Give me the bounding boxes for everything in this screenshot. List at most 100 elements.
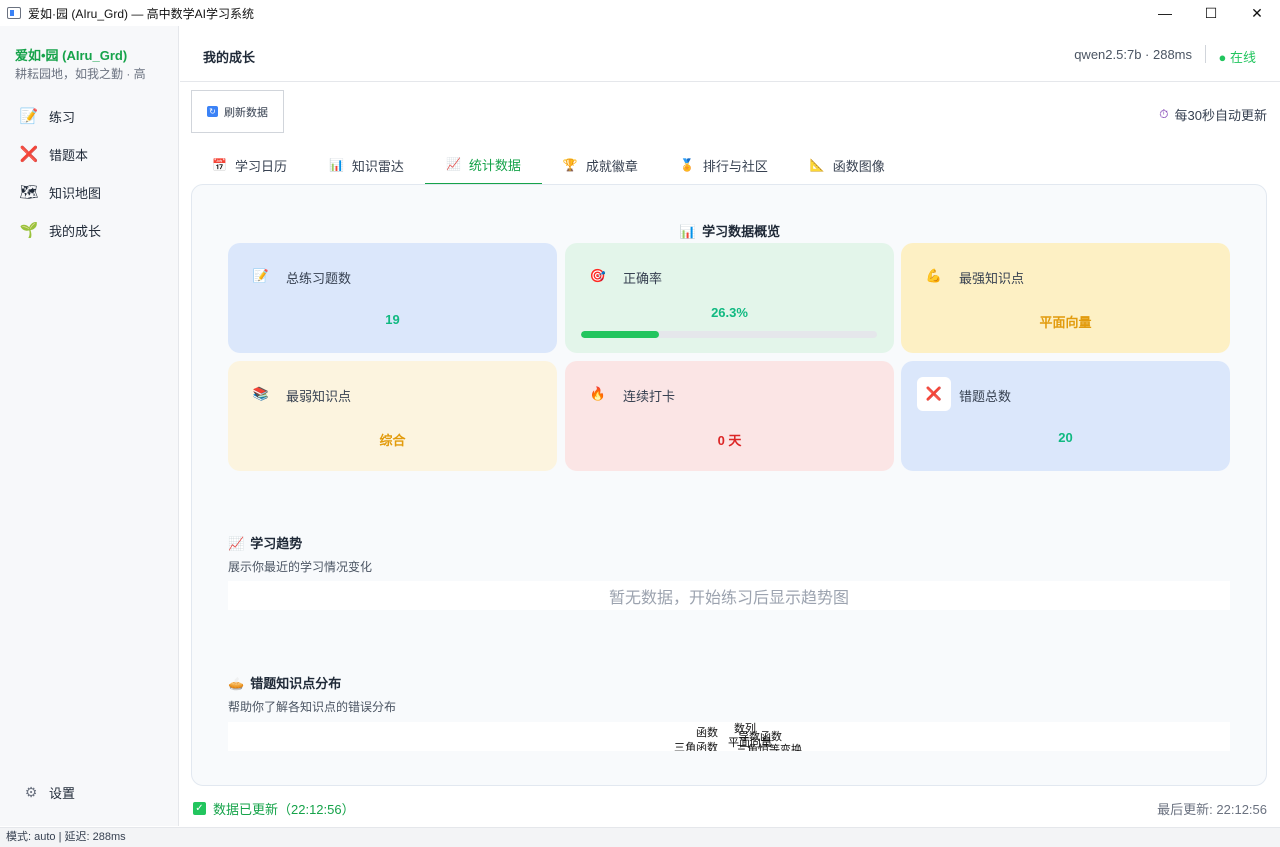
distribution-chart: 函数 数列 导数函数 三角函数 平面向量 三角恒等变换 (228, 722, 1230, 751)
pencil-paper-icon: 📝 (252, 268, 270, 283)
tab-statistics[interactable]: 📈 统计数据 (424, 145, 542, 185)
pencil-paper-icon: 📝 (19, 108, 39, 125)
settings-label: 设置 (49, 786, 76, 801)
overview-title: 📊 学习数据概览 (679, 224, 781, 239)
trend-title: 📈 学习趋势 (228, 536, 303, 551)
refresh-label: 刷新数据 (224, 106, 268, 119)
tab-label: 函数图像 (832, 158, 885, 174)
triangle-ruler-icon: 📐 (809, 158, 825, 172)
red-cross-icon: ❌ (19, 146, 39, 163)
status-bar: 模式: auto | 延迟: 288ms (0, 827, 1280, 847)
target-icon: 🎯 (589, 268, 607, 283)
accuracy-progress-fill (581, 331, 659, 338)
card-value: 19 (385, 312, 400, 327)
auto-update-label: 每30秒自动更新 (1174, 108, 1267, 123)
tab-calendar[interactable]: 📅 学习日历 (191, 145, 308, 185)
card-value: 26.3% (711, 305, 748, 320)
distribution-title: 🥧 错题知识点分布 (228, 676, 342, 691)
card-label: 错题总数 (959, 389, 1012, 404)
refresh-icon: ↻ (207, 106, 218, 117)
chart-label: 三角函数 (674, 742, 718, 751)
red-cross-icon: ❌ (917, 377, 951, 411)
gear-icon: ⚙ (24, 784, 38, 800)
tab-label: 知识雷达 (351, 158, 404, 174)
tab-label: 成就徽章 (585, 158, 638, 174)
stat-card-mistakes: ❌ 错题总数 20 (901, 361, 1230, 471)
sidebar: 爱如•园 (AIru_Grd) 耕耘园地，如我之勤 · 高 📝 练习 ❌ 错题本… (0, 26, 179, 826)
brand-name: 爱如•园 (AIru_Grd) (15, 48, 128, 63)
refresh-button[interactable]: ↻ 刷新数据 (191, 90, 284, 133)
sidebar-item-knowledge-map[interactable]: 🗺 知识地图 (0, 175, 179, 209)
card-label: 正确率 (623, 271, 663, 286)
divider (1205, 45, 1206, 63)
sidebar-item-label: 错题本 (49, 147, 89, 163)
books-icon: 📚 (252, 386, 270, 401)
page-title: 我的成长 (203, 50, 256, 65)
tab-knowledge-radar[interactable]: 📊 知识雷达 (308, 145, 425, 185)
card-value: 0 天 (717, 433, 742, 448)
tab-label: 排行与社区 (702, 158, 768, 174)
bar-chart-icon: 📊 (328, 158, 344, 172)
window-title: 爱如·园 (AIru_Grd) — 高中数学AI学习系统 (28, 6, 255, 21)
stat-card-streak: 🔥 连续打卡 0 天 (565, 361, 894, 471)
trend-description: 展示你最近的学习情况变化 (228, 560, 373, 574)
card-label: 最弱知识点 (286, 389, 352, 404)
model-info: qwen2.5:7b · 288ms (1074, 47, 1192, 62)
stopwatch-icon: ⏱ (1159, 107, 1169, 121)
card-value: 平面向量 (1039, 315, 1092, 330)
tab-ranking[interactable]: 🏅 排行与社区 (659, 145, 789, 185)
close-button[interactable]: ✕ (1234, 0, 1280, 26)
card-label: 总练习题数 (286, 271, 352, 286)
medal-icon: 🏅 (679, 158, 695, 172)
statistics-panel: 📊 学习数据概览 📝 总练习题数 19 🎯 正确率 26.3% 💪 最强知识点 平… (191, 184, 1267, 786)
chart-label: 三角恒等变换 (736, 744, 802, 751)
minimize-button[interactable]: — (1142, 0, 1188, 26)
sidebar-item-my-growth[interactable]: 🌱 我的成长 (0, 213, 179, 247)
update-status: ✓ 数据已更新（22:12:56） (193, 799, 355, 818)
fire-icon: 🔥 (589, 386, 607, 401)
chart-label: 函数 (696, 727, 718, 739)
trend-chart-icon: 📈 (228, 536, 245, 551)
page-header: 我的成长 qwen2.5:7b · 288ms ● 在线 (180, 26, 1280, 82)
title-bar: 爱如·园 (AIru_Grd) — 高中数学AI学习系统 — ☐ ✕ (0, 0, 1280, 26)
distribution-description: 帮助你了解各知识点的错误分布 (228, 700, 397, 714)
tab-label: 学习日历 (234, 158, 287, 174)
card-label: 连续打卡 (623, 389, 676, 404)
bar-chart-icon: 📊 (679, 224, 697, 239)
stat-card-accuracy: 🎯 正确率 26.3% (565, 243, 894, 353)
tab-label: 统计数据 (468, 157, 521, 173)
sidebar-item-label: 知识地图 (49, 185, 102, 201)
card-value: 综合 (379, 433, 406, 448)
app-icon (7, 7, 21, 19)
pie-icon: 🥧 (228, 676, 245, 691)
accuracy-progress-bar (581, 331, 877, 338)
sidebar-item-mistakes[interactable]: ❌ 错题本 (0, 137, 179, 171)
last-update: 最后更新: 22:12:56 (1157, 802, 1267, 817)
flexed-arm-icon: 💪 (925, 268, 943, 283)
brand-slogan: 耕耘园地，如我之勤 · 高 (15, 67, 146, 81)
trophy-icon: 🏆 (562, 158, 578, 172)
trend-chart-icon: 📈 (445, 157, 461, 171)
tab-function-graph[interactable]: 📐 函数图像 (789, 145, 906, 185)
trend-empty-state: 暂无数据，开始练习后显示趋势图 (228, 581, 1230, 610)
stat-card-weakest: 📚 最弱知识点 综合 (228, 361, 557, 471)
online-status: ● 在线 (1218, 50, 1256, 65)
stat-card-strongest: 💪 最强知识点 平面向量 (901, 243, 1230, 353)
sidebar-item-label: 练习 (49, 109, 76, 125)
check-icon: ✓ (193, 802, 206, 815)
card-value: 20 (1058, 430, 1073, 445)
auto-update-info: ⏱ 每30秒自动更新 (1159, 105, 1267, 124)
sidebar-item-settings[interactable]: ⚙ 设置 (23, 783, 75, 802)
window-controls: — ☐ ✕ (1142, 0, 1280, 26)
main-content: ↻ 刷新数据 ⏱ 每30秒自动更新 📅 学习日历 📊 知识雷达 📈 统计数据 🏆… (180, 83, 1280, 826)
tab-bar: 📅 学习日历 📊 知识雷达 📈 统计数据 🏆 成就徽章 🏅 排行与社区 📐 函数… (191, 145, 906, 185)
seedling-icon: 🌱 (19, 222, 39, 239)
sidebar-item-practice[interactable]: 📝 练习 (0, 99, 179, 133)
tab-achievements[interactable]: 🏆 成就徽章 (542, 145, 659, 185)
sidebar-item-label: 我的成长 (49, 223, 102, 239)
calendar-icon: 📅 (212, 158, 227, 172)
maximize-button[interactable]: ☐ (1188, 0, 1234, 26)
stat-card-total: 📝 总练习题数 19 (228, 243, 557, 353)
world-map-icon: 🗺 (19, 184, 39, 201)
card-label: 最强知识点 (959, 271, 1025, 286)
